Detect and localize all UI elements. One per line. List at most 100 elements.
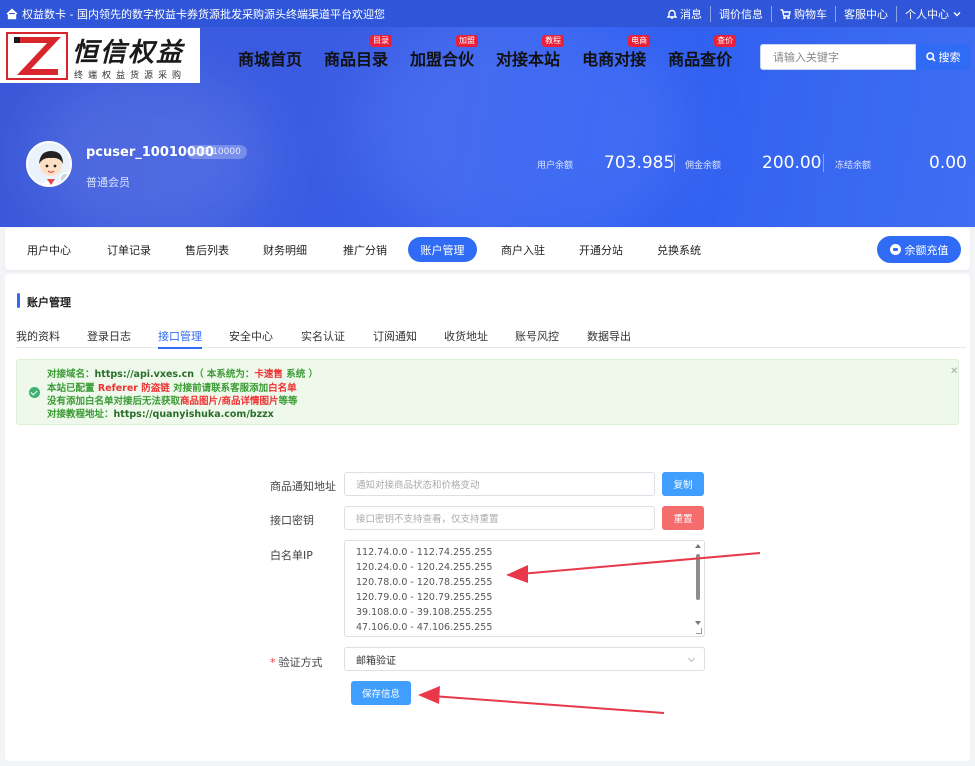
cart-link[interactable]: 购物车 (771, 5, 835, 22)
subtab-api[interactable]: 接口管理 (158, 328, 202, 349)
nav-api-docking-label: 对接本站 (496, 50, 561, 69)
cart-icon (780, 8, 791, 19)
messages-link[interactable]: 消息 (659, 6, 710, 22)
price-adjust-link[interactable]: 调价信息 (710, 5, 771, 22)
nav-badge: 目录 (370, 35, 393, 47)
tutorial-link[interactable]: https://quanyishuka.com/bzzx (114, 409, 274, 420)
top-bar: 权益数卡 - 国内领先的数字权益卡券货源批发采购源头终端渠道平台欢迎您 消息 调… (0, 0, 975, 27)
search-icon (925, 52, 936, 62)
nav-api-docking[interactable]: 对接本站 教程 (496, 35, 565, 70)
home-icon[interactable] (6, 8, 18, 20)
save-button[interactable]: 保存信息 (351, 681, 411, 705)
subtab-risk-control[interactable]: 账号风控 (515, 328, 559, 344)
balance-divider (674, 154, 675, 172)
notify-url-input[interactable]: 通知对接商品状态和价格变动 (344, 472, 655, 496)
whitelist-textarea[interactable]: 112.74.0.0 - 112.74.255.255 120.24.0.0 -… (344, 540, 705, 637)
nav-price-check-label: 商品查价 (668, 50, 733, 69)
commission-balance-label: 佣金余额 (685, 161, 722, 171)
whitelist-ip: 39.108.0.0 - 39.108.255.255 (356, 607, 493, 618)
reset-button[interactable]: 重置 (662, 506, 704, 530)
price-adjust-label: 调价信息 (719, 7, 763, 21)
check-circle-icon (29, 387, 40, 398)
whitelist-ip: 120.24.0.0 - 120.24.255.255 (356, 562, 493, 573)
account-tabs: 用户中心 订单记录 售后列表 财务明细 推广分销 账户管理 商户入驻 开通分站 … (5, 228, 970, 270)
uid-badge: UID:10000 (187, 145, 247, 159)
nav-badge: 电商 (628, 35, 651, 47)
alert-text: 等等 (278, 396, 298, 407)
nav-ecommerce-label: 电商对接 (582, 50, 647, 69)
tab-orders[interactable]: 订单记录 (107, 237, 151, 262)
scroll-up-icon[interactable] (695, 544, 701, 548)
subtab-address[interactable]: 收货地址 (444, 328, 488, 344)
profile-link[interactable]: 个人中心 (896, 5, 969, 22)
tab-after-sales[interactable]: 售后列表 (185, 237, 229, 262)
nav-ecommerce[interactable]: 电商对接 电商 (582, 35, 651, 70)
balance-divider (823, 154, 824, 172)
required-mark: * (270, 656, 276, 669)
frozen-balance-label: 冻结余额 (835, 161, 872, 171)
nav-home-label: 商城首页 (238, 50, 303, 69)
verify-method-label: * 验证方式 (270, 654, 323, 670)
resize-handle-icon[interactable] (696, 628, 702, 634)
chevron-down-icon (953, 11, 961, 16)
whitelist-ip: 120.79.0.0 - 120.79.255.255 (356, 592, 493, 603)
content-panel: 账户管理 我的资料 登录日志 接口管理 安全中心 实名认证 订阅通知 收货地址 … (5, 274, 970, 761)
notify-url-label: 商品通知地址 (270, 480, 336, 493)
nav-franchise[interactable]: 加盟合伙 加盟 (410, 35, 479, 70)
scroll-down-icon[interactable] (695, 621, 701, 625)
profile-label: 个人中心 (905, 7, 949, 21)
nav-badge: 查价 (714, 35, 737, 47)
bell-icon (667, 9, 677, 19)
api-secret-input[interactable]: 接口密钥不支持查看，仅支持重置 (344, 506, 655, 530)
nav-catalog-label: 商品目录 (324, 50, 389, 69)
api-secret-label: 接口密钥 (270, 514, 314, 527)
recharge-button[interactable]: 余额充值 (877, 236, 961, 263)
tab-finance[interactable]: 财务明细 (263, 237, 307, 262)
support-link[interactable]: 客服中心 (835, 5, 896, 22)
nav-home[interactable]: 商城首页 (238, 46, 302, 70)
subtab-security[interactable]: 安全中心 (229, 328, 273, 344)
tab-substation[interactable]: 开通分站 (579, 237, 623, 262)
sub-tabs: 我的资料 登录日志 接口管理 安全中心 实名认证 订阅通知 收货地址 账号风控 … (16, 324, 966, 349)
nav-badge: 加盟 (456, 35, 479, 47)
alert-line-tutorial: 对接教程地址：https://quanyishuka.com/bzzx (47, 406, 274, 420)
wallet-icon (889, 244, 901, 255)
section-title: 账户管理 (17, 293, 71, 310)
nav-catalog[interactable]: 商品目录 目录 (324, 35, 393, 70)
verify-method-select[interactable]: 邮箱验证 (344, 647, 705, 671)
search-bar: 请输入关键字 搜索 (760, 44, 970, 70)
subtab-subscription[interactable]: 订阅通知 (373, 328, 417, 344)
alert-text: 系统 ） (282, 369, 319, 380)
close-icon[interactable]: ✕ (950, 366, 958, 377)
user-balance-value: 703.985 (604, 153, 675, 173)
search-button[interactable]: 搜索 (916, 44, 970, 70)
chevron-down-icon (687, 654, 696, 663)
main-nav: 商城首页 商品目录 目录 加盟合伙 加盟 对接本站 教程 电商对接 电商 商品查价 查价 (238, 35, 754, 70)
subtab-login-log[interactable]: 登录日志 (87, 328, 131, 344)
nav-price-check[interactable]: 商品查价 查价 (668, 35, 737, 70)
subtab-realname[interactable]: 实名认证 (301, 328, 345, 344)
whitelist-label: 白名单IP (270, 549, 313, 562)
search-input[interactable]: 请输入关键字 (760, 44, 916, 70)
whitelist-ip: 112.74.0.0 - 112.74.255.255 (356, 547, 493, 558)
scroll-thumb[interactable] (696, 554, 700, 600)
messages-label: 消息 (680, 7, 702, 21)
whitelist-ip: 47.106.0.0 - 47.106.255.255 (356, 622, 493, 633)
api-domain: https://api.vxes.cn (94, 369, 195, 380)
api-info-alert: 对接域名：https://api.vxes.cn（ 本系统为：卡速售 系统 ） … (16, 359, 959, 425)
tab-account-management[interactable]: 账户管理 (408, 237, 477, 262)
tab-user-center[interactable]: 用户中心 (27, 237, 71, 262)
subtab-profile[interactable]: 我的资料 (16, 328, 60, 344)
member-level: 普通会员 (86, 176, 130, 189)
user-balance-label: 用户余额 (537, 161, 574, 171)
tab-merchant[interactable]: 商户入驻 (501, 237, 545, 262)
site-logo[interactable]: 恒信权益 终端权益货源采购 (0, 28, 200, 83)
support-label: 客服中心 (844, 7, 888, 21)
avatar[interactable] (26, 141, 72, 187)
textarea-scrollbar[interactable] (693, 542, 703, 627)
copy-button[interactable]: 复制 (662, 472, 704, 496)
tab-exchange[interactable]: 兑换系统 (657, 237, 701, 262)
tab-distribution[interactable]: 推广分销 (343, 237, 387, 262)
subtab-export[interactable]: 数据导出 (587, 328, 631, 344)
logo-z-icon (6, 32, 68, 80)
